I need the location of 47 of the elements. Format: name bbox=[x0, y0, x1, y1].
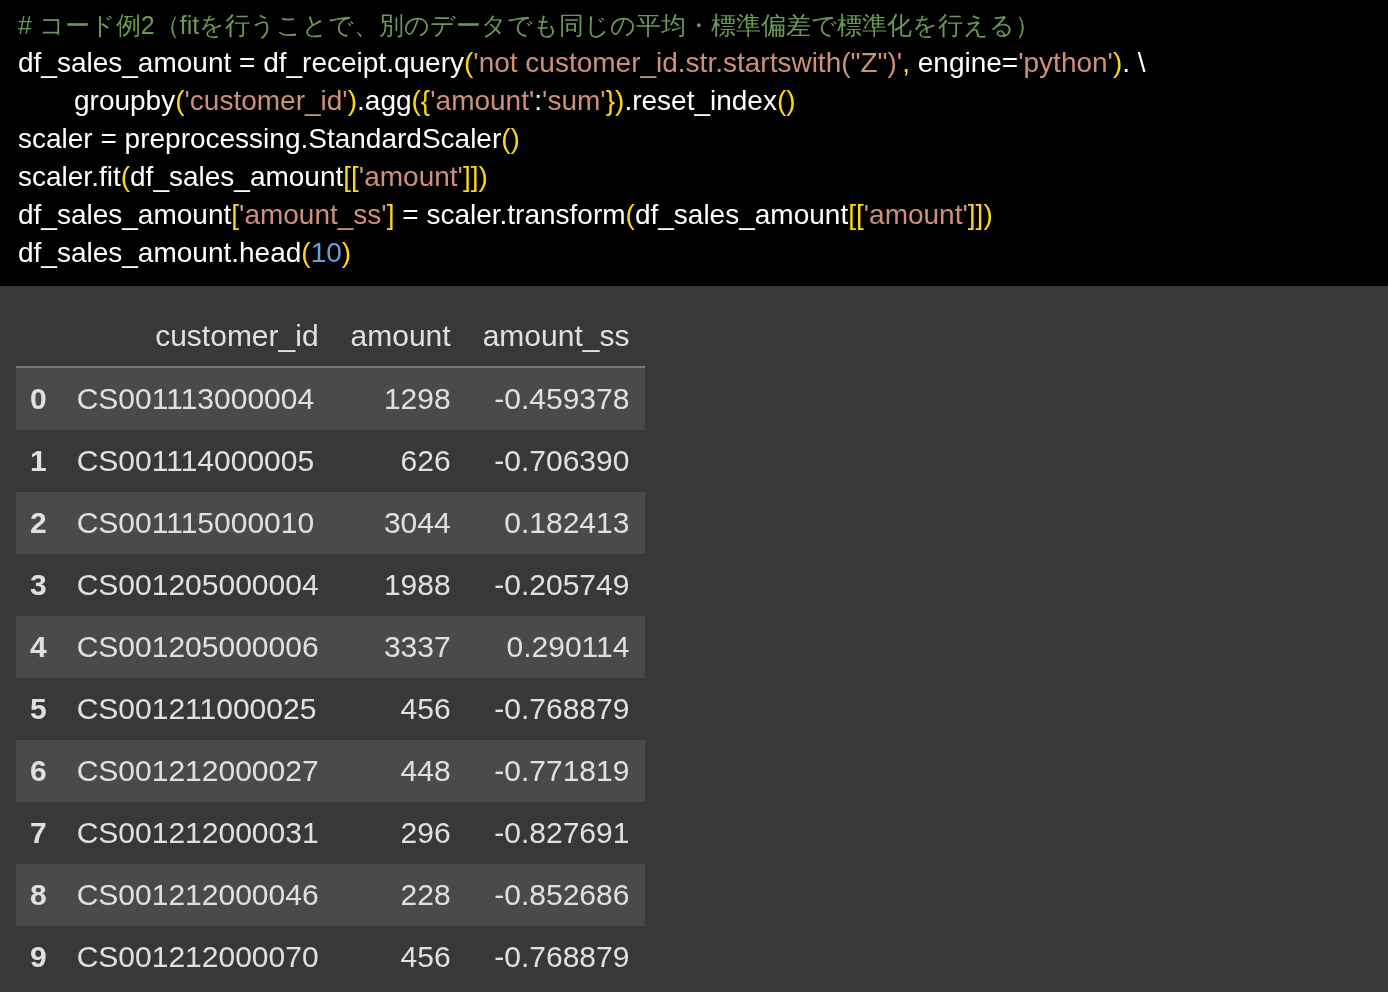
row-index: 6 bbox=[16, 740, 61, 802]
table-cell: 626 bbox=[334, 430, 467, 492]
code-line: scaler = preprocessing.StandardScaler() bbox=[18, 122, 521, 156]
table-cell: CS001211000025 bbox=[60, 678, 335, 740]
code-line: df_sales_amount = df_receipt.query('not customer_id.str.startswith("Z")', engine='python'). \ bbox=[18, 46, 1147, 80]
table-cell: -0.706390 bbox=[466, 430, 646, 492]
table-cell: -0.459378 bbox=[466, 367, 646, 430]
table-cell: 1298 bbox=[334, 367, 467, 430]
table-cell: CS001114000005 bbox=[60, 430, 335, 492]
code-line: # コード例2（fitを行うことで、別のデータでも同じの平均・標準偏差で標準化を行える） bbox=[18, 10, 1042, 41]
table-cell: -0.852686 bbox=[466, 864, 646, 926]
code-line: scaler.fit(df_sales_amount[['amount']]) bbox=[18, 160, 489, 194]
row-index: 4 bbox=[16, 616, 61, 678]
row-index: 8 bbox=[16, 864, 61, 926]
table-cell: -0.771819 bbox=[466, 740, 646, 802]
row-index: 2 bbox=[16, 492, 61, 554]
table-cell: 3337 bbox=[334, 616, 467, 678]
table-cell: CS001212000046 bbox=[60, 864, 335, 926]
code-line: df_sales_amount.head(10) bbox=[18, 236, 353, 270]
table-cell: CS001212000027 bbox=[60, 740, 335, 802]
row-index: 0 bbox=[16, 367, 61, 430]
row-index: 3 bbox=[16, 554, 61, 616]
table-cell: 3044 bbox=[334, 492, 467, 554]
table-cell: 228 bbox=[334, 864, 467, 926]
table-cell: CS001113000004 bbox=[60, 367, 335, 430]
row-index: 9 bbox=[16, 926, 61, 988]
table-cell: -0.205749 bbox=[466, 554, 646, 616]
code-line: groupby('customer_id').agg({'amount':'sum'}).reset_index() bbox=[73, 84, 797, 118]
table-cell: 448 bbox=[334, 740, 467, 802]
table-cell: 456 bbox=[334, 926, 467, 988]
table-cell: 0.290114 bbox=[466, 616, 646, 678]
table-cell: CS001212000031 bbox=[60, 802, 335, 864]
table-cell: CS001115000010 bbox=[60, 492, 335, 554]
row-index: 7 bbox=[16, 802, 61, 864]
table-cell: 296 bbox=[334, 802, 467, 864]
table-cell: -0.768879 bbox=[466, 678, 646, 740]
table-cell: 0.182413 bbox=[466, 492, 646, 554]
code-line: df_sales_amount['amount_ss'] = scaler.transform(df_sales_amount[['amount']]) bbox=[18, 198, 994, 232]
table-cell: -0.827691 bbox=[466, 802, 646, 864]
table-cell: 1988 bbox=[334, 554, 467, 616]
table-cell: -0.768879 bbox=[466, 926, 646, 988]
row-index: 5 bbox=[16, 678, 61, 740]
table-cell: CS001205000004 bbox=[60, 554, 335, 616]
table-cell: 456 bbox=[334, 678, 467, 740]
table-cell: CS001205000006 bbox=[60, 616, 335, 678]
row-index: 1 bbox=[16, 430, 61, 492]
table-cell: CS001212000070 bbox=[60, 926, 335, 988]
